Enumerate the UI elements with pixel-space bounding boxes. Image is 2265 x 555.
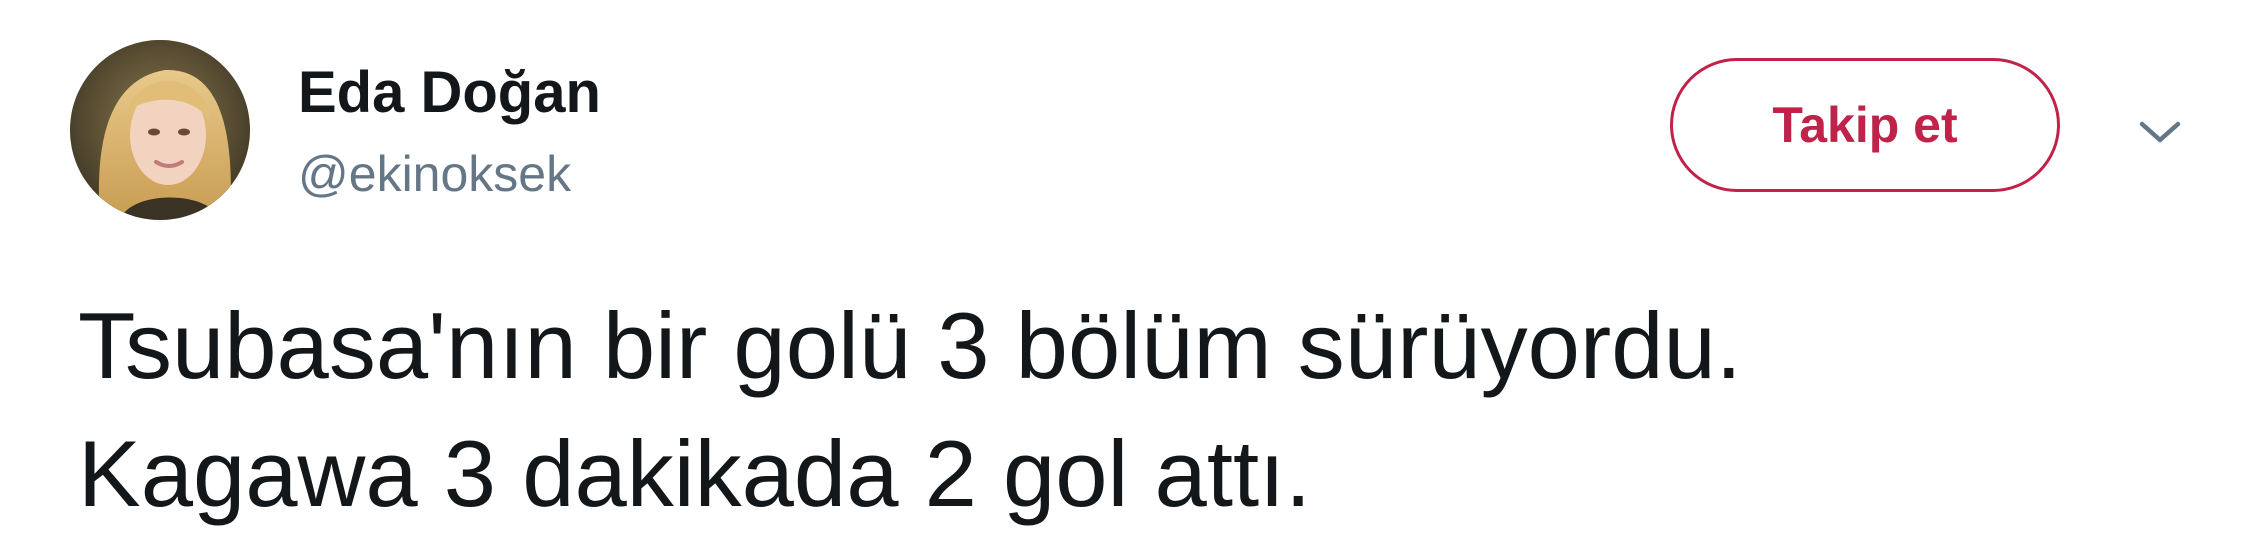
tweet-text-line: Kagawa 3 dakikada 2 gol attı. bbox=[78, 421, 1312, 526]
tweet-text-line: Tsubasa'nın bir golü 3 bölüm sürüyordu. bbox=[78, 293, 1742, 398]
author-display-name[interactable]: Eda Doğan bbox=[298, 58, 601, 128]
author-handle[interactable]: @ekinoksek bbox=[298, 144, 571, 204]
avatar-image bbox=[70, 40, 250, 220]
more-options-button[interactable] bbox=[2130, 112, 2190, 152]
avatar[interactable] bbox=[70, 40, 250, 220]
follow-button[interactable]: Takip et bbox=[1670, 58, 2060, 192]
tweet-text: Tsubasa'nın bir golü 3 bölüm sürüyordu. … bbox=[78, 282, 2178, 538]
chevron-down-icon bbox=[2139, 121, 2181, 143]
tweet-card: Eda Doğan @ekinoksek Takip et Tsubasa'nı… bbox=[0, 0, 2265, 555]
